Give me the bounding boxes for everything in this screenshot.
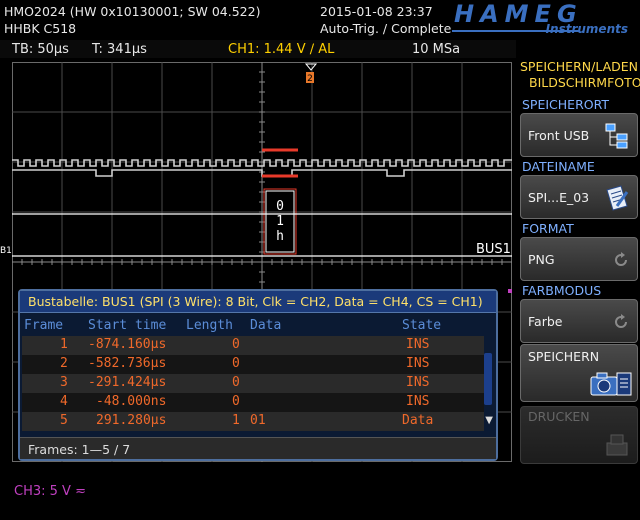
cycle-icon [615, 252, 627, 266]
folder-tree-icon [605, 123, 628, 149]
colormode-button[interactable]: Farbe [520, 299, 638, 343]
menu-title-line2: BILDSCHIRMFOTO [529, 75, 640, 90]
trigger-marker-number: 2 [307, 74, 313, 84]
filename-label: DATEINAME [522, 159, 595, 174]
table-row[interactable]: 4 -48.000ns 0 INS [22, 393, 484, 412]
table-row[interactable]: 5 291.280µs 1 01 Data [22, 412, 484, 431]
sample-rate-readout: 10 MSa [412, 42, 461, 57]
format-label: FORMAT [522, 221, 574, 236]
print-button[interactable]: DRUCKEN [520, 406, 638, 464]
table-row[interactable]: 3 -291.424µs 0 INS [22, 374, 484, 393]
trigger-time-readout[interactable]: T: 341µs [92, 42, 147, 57]
location-button[interactable]: Front USB [520, 113, 638, 157]
table-row[interactable]: 1 -874.160µs 0 INS [22, 336, 484, 355]
col-length-header: Length [186, 318, 233, 333]
filename-button[interactable]: SPI...E_03 [520, 175, 638, 219]
colormode-label: FARBMODUS [522, 283, 602, 298]
edit-file-icon [606, 185, 629, 211]
bus-table-title: Bustabelle: BUS1 (SPI (3 Wire): 8 Bit, C… [20, 291, 496, 313]
cycle-icon [615, 314, 627, 328]
scroll-down-icon[interactable]: ▼ [485, 415, 493, 426]
timebase-readout[interactable]: TB: 50µs [12, 42, 69, 57]
bus-table-panel[interactable]: Bustabelle: BUS1 (SPI (3 Wire): 8 Bit, C… [18, 289, 498, 461]
printer-icon [606, 434, 628, 456]
bus1-label: BUS1 [476, 242, 511, 257]
location-label: SPEICHERORT [522, 97, 610, 112]
date-time: 2015-01-08 23:37 [320, 4, 433, 19]
col-state-header: State [402, 318, 442, 333]
save-button[interactable]: SPEICHERN [520, 344, 638, 402]
ch3-readout[interactable]: CH3: 5 V ≂ [14, 484, 86, 499]
col-data-header: Data [250, 318, 282, 333]
decoded-char-1: 1 [276, 214, 284, 229]
decoded-char-0: 0 [276, 199, 284, 214]
col-frame-header: Frame [24, 318, 64, 333]
instrument-model: HMO2024 (HW 0x10130001; SW 04.522) [4, 4, 261, 19]
menu-title-line1: SPEICHERN/LADEN [520, 59, 639, 74]
col-start-time-header: Start time [88, 318, 167, 333]
ch1-trigger-readout[interactable]: CH1: 1.44 V ∕ AL [228, 42, 334, 57]
decoded-char-2: h [276, 229, 284, 244]
frames-counter: Frames: 1—5 / 7 [20, 437, 496, 459]
instrument-option: HHBK C518 [4, 21, 77, 36]
table-scrollbar[interactable] [484, 353, 492, 405]
softkey-menu: SPEICHERN/LADEN BILDSCHIRMFOTO SPEICHERO… [516, 56, 640, 520]
camera-save-icon [590, 372, 632, 396]
table-row[interactable]: 2 -582.736µs 0 INS [22, 355, 484, 374]
b1-marker: B1 [0, 246, 12, 256]
trigger-status: Auto-Trig. / Complete [320, 21, 452, 36]
hameg-logo: HAMEG Instruments [452, 0, 628, 36]
format-button[interactable]: PNG [520, 237, 638, 281]
